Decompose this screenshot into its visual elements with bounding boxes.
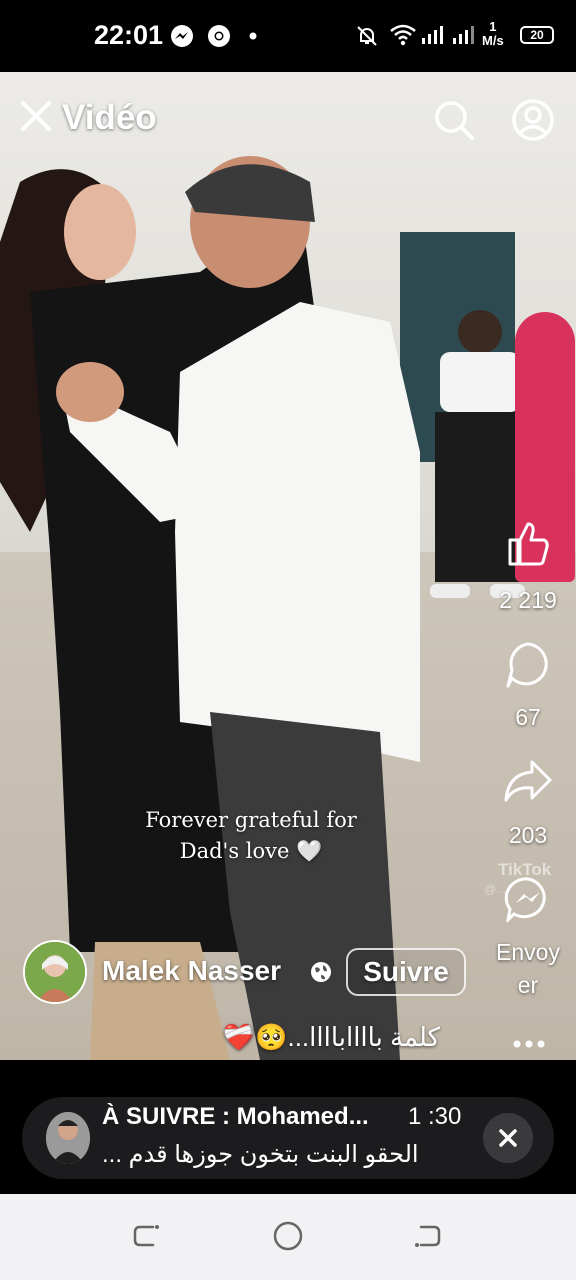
account-icon[interactable]	[511, 98, 555, 142]
share-count: 203	[508, 822, 548, 848]
wifi-icon	[390, 24, 416, 46]
battery-indicator: 20	[520, 26, 554, 44]
close-x-icon	[499, 1129, 517, 1147]
messenger-send-icon[interactable]	[498, 876, 558, 922]
globe-icon	[311, 962, 331, 982]
next-up-subtitle: الحقو البنت بتخون جوزها قدم ...	[102, 1141, 419, 1168]
like-count: 2 219	[499, 587, 557, 613]
post-text: كلمة بااااباااا...🥺❤️‍🩹	[222, 1022, 440, 1052]
notification-dot-icon	[249, 32, 257, 40]
next-up-title: À SUIVRE : Mohamed...	[102, 1103, 369, 1130]
share-icon[interactable]	[498, 758, 558, 804]
avatar-image	[25, 942, 85, 1002]
network-speed: 1 M/s	[482, 20, 504, 48]
status-time: 22:01	[94, 20, 164, 50]
next-up-thumbnail	[46, 1112, 90, 1164]
send-label-1: Envoy	[496, 939, 560, 965]
chrome-icon	[208, 25, 230, 47]
tiktok-handle: @...	[484, 882, 507, 896]
bell-muted-icon	[357, 26, 377, 46]
home-icon[interactable]	[270, 1218, 306, 1254]
like-icon[interactable]	[498, 520, 558, 570]
page-title: Vidéo	[62, 98, 157, 137]
caption-line-1: Forever grateful for	[145, 808, 357, 832]
speed-value: 1	[489, 19, 497, 34]
comment-count: 67	[515, 704, 541, 730]
author-name[interactable]: Malek Nasser	[102, 955, 281, 987]
next-up-duration: 1 :30	[408, 1103, 462, 1130]
close-icon[interactable]	[20, 100, 52, 132]
back-icon[interactable]	[410, 1218, 446, 1254]
next-thumb-image	[46, 1112, 90, 1164]
next-up-close-button[interactable]	[483, 1113, 533, 1163]
video-player[interactable]	[0, 72, 576, 1060]
messenger-icon	[171, 25, 193, 47]
author-avatar[interactable]	[23, 940, 87, 1004]
caption-line-2: Dad's love 🤍	[179, 839, 323, 863]
status-bar: 22:01 1 M/s 20	[0, 0, 576, 72]
speed-unit: M/s	[482, 33, 504, 48]
tiktok-watermark: TikTok	[498, 860, 552, 879]
video-caption: Forever grateful for Dad's love 🤍	[118, 805, 384, 867]
recents-icon[interactable]	[128, 1218, 164, 1254]
more-options-icon[interactable]	[512, 1030, 546, 1054]
hugging-couple	[0, 156, 420, 1060]
follow-button[interactable]: Suivre	[346, 948, 466, 996]
search-icon[interactable]	[433, 99, 475, 141]
signal-2-icon	[453, 26, 474, 44]
send-label-2: er	[517, 972, 539, 998]
comment-icon[interactable]	[498, 640, 558, 690]
signal-1-icon	[422, 26, 443, 44]
